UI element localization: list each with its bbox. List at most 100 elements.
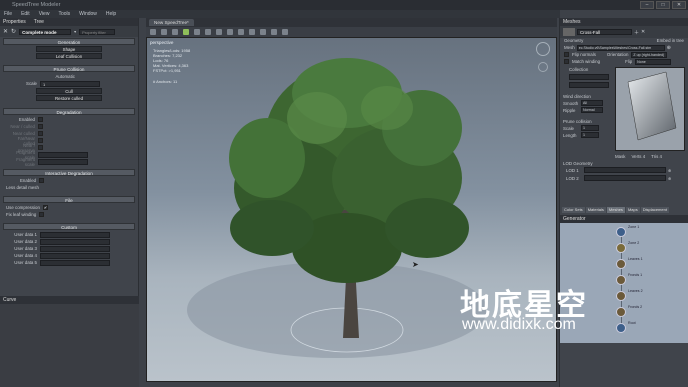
file-checkbox[interactable]	[39, 212, 45, 217]
scale-field[interactable]: 1	[40, 80, 100, 87]
graph-node[interactable]	[616, 275, 626, 285]
deg-field[interactable]	[38, 158, 88, 165]
leaf-collision-button[interactable]: Leaf Collision	[36, 53, 102, 59]
mesh-thumbnail-icon[interactable]	[563, 28, 575, 36]
orientation-select[interactable]: Z up (right-handed)	[631, 51, 668, 58]
menu-help[interactable]: Help	[106, 10, 116, 18]
settings-icon[interactable]	[282, 29, 288, 35]
file-label: Use compression	[6, 205, 40, 210]
graph-node[interactable]	[616, 323, 626, 333]
orbit-icon[interactable]	[538, 62, 548, 72]
deg-checkbox[interactable]	[38, 131, 43, 136]
graph-node[interactable]	[616, 291, 626, 301]
camera-icon[interactable]	[227, 29, 233, 35]
file-row: Fix leaf winding	[0, 211, 138, 218]
stats-icon[interactable]	[271, 29, 277, 35]
deg-checkbox[interactable]	[38, 145, 43, 150]
menu-window[interactable]: Window	[79, 10, 97, 18]
mesh-path-field[interactable]: ec.Studio.v6\Samples\Meshes\Cross-Fall.s…	[576, 44, 665, 51]
curve-editor[interactable]	[0, 304, 139, 387]
browse-icon[interactable]: ⊕	[668, 168, 671, 173]
restore-culled-button[interactable]: Restore culled	[36, 95, 102, 101]
flip-select[interactable]: None	[635, 58, 672, 65]
generation-header[interactable]: Generation	[3, 38, 135, 45]
curve-tab[interactable]: Curve	[0, 296, 139, 304]
mouse-cursor-icon: ➤	[412, 260, 419, 269]
interactive-degradation-header[interactable]: Interactive Degradation	[3, 169, 135, 176]
render-icon[interactable]	[249, 29, 255, 35]
tab-meshes[interactable]: Meshes	[606, 206, 625, 213]
chevron-down-icon[interactable]: ▾	[74, 29, 76, 34]
interactive-label: Less detail mesh	[6, 185, 39, 190]
cull-button[interactable]: Cull	[36, 88, 102, 94]
ripple-select[interactable]: Normal	[581, 107, 603, 113]
delete-mesh-icon[interactable]: ✕	[641, 29, 645, 35]
mode-select[interactable]: Complete mode	[19, 28, 72, 35]
browse-icon[interactable]: ⊕	[667, 45, 671, 51]
tab-materials[interactable]: Materials	[585, 206, 606, 213]
collection-field[interactable]	[569, 74, 609, 80]
grid-icon[interactable]	[238, 29, 244, 35]
prune-scale-field[interactable]: 1	[581, 125, 599, 131]
degradation-header[interactable]: Degradation	[3, 108, 135, 115]
match-winding-checkbox[interactable]	[564, 59, 569, 64]
property-filter-input[interactable]: Property filter	[79, 28, 116, 35]
tab-properties[interactable]: Properties	[3, 18, 26, 26]
mesh-preview[interactable]	[615, 67, 685, 151]
smooth-label: Smooth	[563, 100, 579, 106]
lod-icon[interactable]	[260, 29, 266, 35]
lod-field[interactable]	[584, 175, 666, 181]
menu-view[interactable]: View	[39, 10, 50, 18]
user-data-field[interactable]	[40, 245, 110, 252]
user-data-field[interactable]	[40, 252, 110, 259]
leaf-icon[interactable]	[183, 29, 189, 35]
tab-displacement[interactable]: Displacement	[640, 206, 669, 213]
rotate-icon[interactable]	[172, 29, 178, 35]
user-data-field[interactable]	[40, 231, 110, 238]
smooth-select[interactable]: All	[581, 100, 603, 106]
tab-maps[interactable]: Maps	[625, 206, 640, 213]
custom-header[interactable]: Custom	[3, 223, 135, 230]
minimize-button[interactable]: –	[640, 1, 654, 9]
graph-node[interactable]	[616, 243, 626, 253]
refresh-icon[interactable]: ↻	[11, 28, 16, 35]
prune-length-field[interactable]: 1	[581, 132, 599, 138]
mesh-preview-shape	[627, 71, 677, 141]
tools-icon[interactable]: ✕	[3, 28, 8, 35]
file-header[interactable]: File	[3, 196, 135, 203]
maximize-button[interactable]: □	[656, 1, 670, 9]
deg-checkbox[interactable]	[38, 117, 43, 122]
move-icon[interactable]	[161, 29, 167, 35]
menu-file[interactable]: File	[4, 10, 12, 18]
flip-normals-checkbox[interactable]	[564, 52, 569, 57]
light-icon[interactable]	[216, 29, 222, 35]
add-mesh-icon[interactable]: ＋	[634, 29, 639, 36]
tab-new-speedtree[interactable]: New SpeedTree*	[149, 19, 194, 26]
view-cube-icon[interactable]	[536, 42, 550, 56]
file-checkbox[interactable]: ✔	[42, 205, 48, 210]
wind-icon[interactable]	[205, 29, 211, 35]
select-icon[interactable]	[150, 29, 156, 35]
preview-mask[interactable]: Mask	[615, 154, 626, 159]
tab-color-sets[interactable]: Color Sets	[562, 206, 585, 213]
deg-field[interactable]	[38, 151, 88, 158]
graph-node[interactable]	[616, 227, 626, 237]
deg-checkbox[interactable]	[38, 124, 43, 129]
graph-node[interactable]	[616, 307, 626, 317]
menu-edit[interactable]: Edit	[21, 10, 30, 18]
mesh-select[interactable]: Cross-Fall	[577, 29, 632, 35]
deg-checkbox[interactable]	[38, 138, 43, 143]
prune-collision-header[interactable]: Prune Collision	[3, 65, 135, 72]
tab-tree[interactable]: Tree	[34, 18, 44, 26]
user-data-field[interactable]	[40, 238, 110, 245]
menu-tools[interactable]: Tools	[58, 10, 70, 18]
shape-button[interactable]: Shape	[36, 46, 102, 52]
browse-icon[interactable]: ⊕	[668, 176, 671, 181]
interactive-checkbox[interactable]	[39, 178, 45, 183]
graph-node[interactable]	[616, 259, 626, 269]
collection-field[interactable]	[569, 82, 609, 88]
branch-icon[interactable]	[194, 29, 200, 35]
user-data-field[interactable]	[40, 259, 110, 266]
close-button[interactable]: ✕	[672, 1, 686, 9]
lod-field[interactable]	[584, 167, 666, 173]
